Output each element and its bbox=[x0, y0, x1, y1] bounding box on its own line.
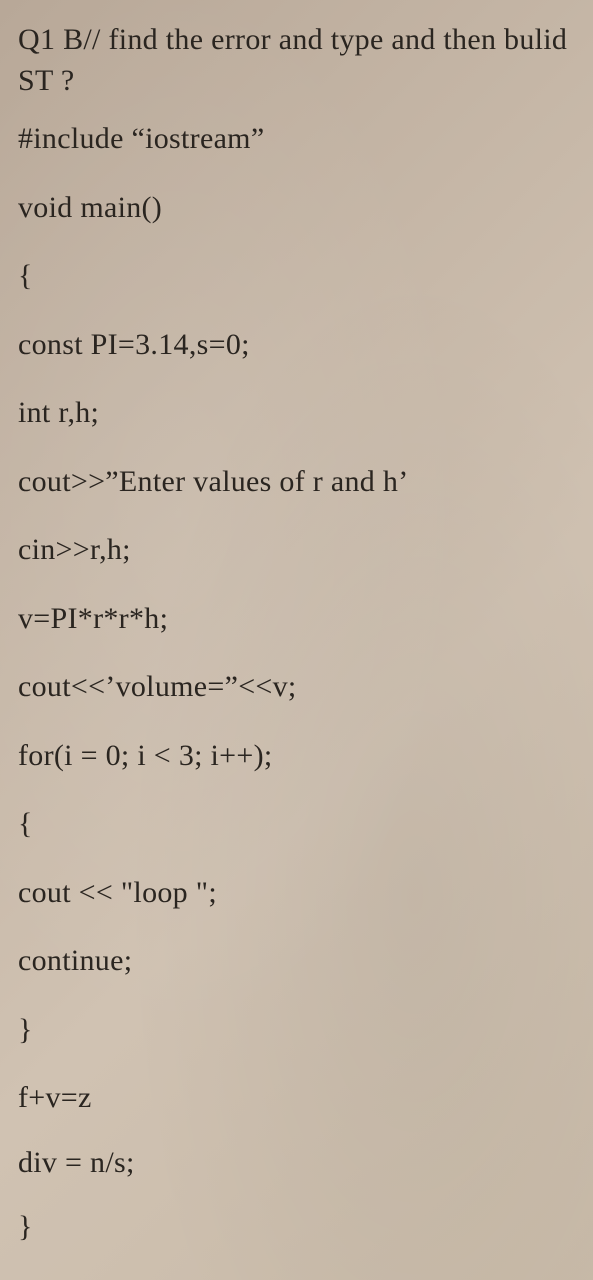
code-line-cout-loop: cout << "loop "; bbox=[18, 873, 575, 914]
code-line-main: void main() bbox=[18, 188, 575, 229]
code-line-cin: cin>>r,h; bbox=[18, 530, 575, 571]
code-line-brace-close-2: } bbox=[18, 1207, 575, 1248]
code-line-brace-open-2: { bbox=[18, 804, 575, 845]
code-line-const: const PI=3.14,s=0; bbox=[18, 325, 575, 366]
code-line-brace-close: } bbox=[18, 1010, 575, 1051]
code-line-include: #include “iostream” bbox=[18, 119, 575, 160]
code-line-div: div = n/s; bbox=[18, 1143, 575, 1184]
code-line-cout-volume: cout<<’volume=”<<v; bbox=[18, 667, 575, 708]
code-line-continue: continue; bbox=[18, 941, 575, 982]
code-line-v-assign: v=PI*r*r*h; bbox=[18, 599, 575, 640]
code-line-brace-open: { bbox=[18, 256, 575, 297]
code-line-fvz: f+v=z bbox=[18, 1078, 575, 1119]
code-line-cout-prompt: cout>>”Enter values of r and h’ bbox=[18, 462, 575, 503]
question-header: Q1 B// find the error and type and then … bbox=[18, 20, 575, 101]
code-line-for: for(i = 0; i < 3; i++); bbox=[18, 736, 575, 777]
code-line-int: int r,h; bbox=[18, 393, 575, 434]
